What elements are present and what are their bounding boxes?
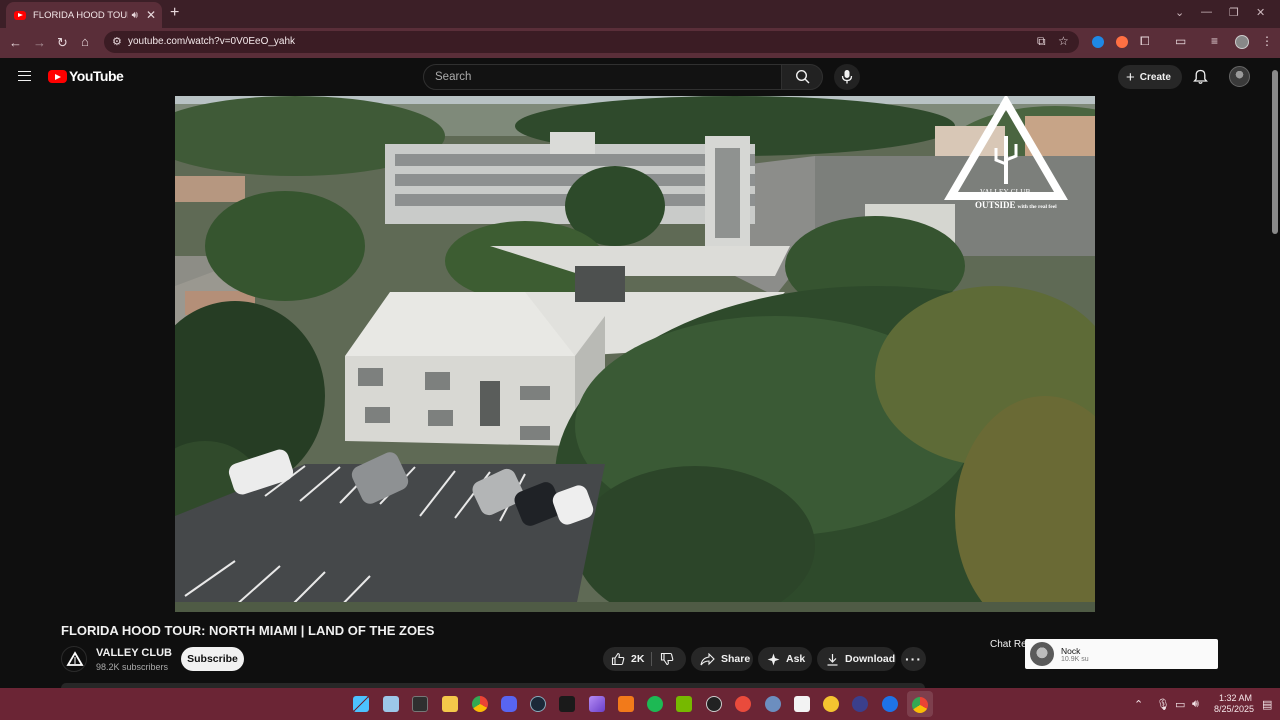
plus-icon: + <box>1126 68 1135 86</box>
extension-blue-icon[interactable] <box>1092 36 1104 48</box>
spotify-app-icon[interactable] <box>647 696 663 712</box>
video-title: FLORIDA HOOD TOUR: NORTH MIAMI | LAND OF… <box>61 623 435 638</box>
forward-icon[interactable]: → <box>33 35 46 50</box>
watermark-tagline-rest: with the real feel <box>1017 204 1057 210</box>
bookmark-star-icon[interactable]: ☆ <box>1058 34 1069 48</box>
extension-orange-icon[interactable] <box>1116 36 1128 48</box>
page-scrollbar-thumb[interactable] <box>1272 70 1278 234</box>
edge-app-icon[interactable] <box>882 696 898 712</box>
steam-app-icon[interactable] <box>530 696 546 712</box>
windows-start-icon[interactable] <box>353 696 369 712</box>
valley-club-logo-icon <box>66 651 84 666</box>
affinity-app-icon[interactable] <box>618 696 634 712</box>
tab-title: FLORIDA HOOD TOUR: NORTH MIAMI | LAND OF… <box>33 9 128 21</box>
clock-time: 1:32 AM <box>1218 693 1252 703</box>
download-icon <box>827 653 838 666</box>
new-tab-icon[interactable]: + <box>170 4 179 22</box>
download-button[interactable]: Download <box>817 647 896 671</box>
emoji-app-icon[interactable] <box>823 696 839 712</box>
back-icon[interactable]: ← <box>9 35 22 50</box>
watermark-brand: VALLEY CLUB <box>980 188 1031 196</box>
chrome-app-icon[interactable] <box>472 696 488 712</box>
notification-channel-name: Nock <box>1061 646 1081 656</box>
reload-icon[interactable]: ↻ <box>57 35 68 51</box>
media-control-icon[interactable]: ≡ <box>1211 34 1218 48</box>
guide-menu-icon[interactable] <box>18 71 31 81</box>
youtube-logo-icon[interactable] <box>48 70 67 83</box>
microphone-icon <box>841 70 853 84</box>
watermark-tagline-strong: OUTSIDE <box>975 200 1016 210</box>
account-avatar[interactable] <box>1229 66 1250 87</box>
youtube-logo-text[interactable]: YouTube <box>69 68 124 84</box>
notifications-bell-icon[interactable] <box>1193 69 1208 85</box>
terminal-app-icon[interactable] <box>412 696 428 712</box>
window-close-icon[interactable]: ✕ <box>1256 6 1265 19</box>
discord-app-icon[interactable] <box>501 696 517 712</box>
tab-close-icon[interactable]: ✕ <box>146 8 156 22</box>
search-button[interactable] <box>781 64 823 90</box>
video-editor-app-icon[interactable] <box>559 696 575 712</box>
notification-subscribers: 10.9K su <box>1061 656 1089 663</box>
like-button[interactable]: 2K <box>603 647 686 671</box>
browser-tab-active[interactable]: FLORIDA HOOD TOUR: NORTH MIAMI | LAND OF… <box>6 2 162 28</box>
watermark-tagline: OUTSIDE with the real feel <box>975 200 1057 210</box>
more-actions-button[interactable]: ··· <box>901 647 926 671</box>
site-info-icon[interactable]: ⚙ <box>112 35 122 48</box>
download-label: Download <box>845 653 896 665</box>
voice-search-button[interactable] <box>834 64 860 90</box>
thumbs-up-icon <box>611 652 625 666</box>
video-frame <box>175 96 1095 612</box>
tab-search-icon[interactable]: ⌄ <box>1175 6 1184 19</box>
nvidia-app-icon[interactable] <box>676 696 692 712</box>
subscribe-button[interactable]: Subscribe <box>181 647 244 671</box>
like-divider <box>651 652 652 666</box>
taskbar-clock[interactable]: 1:32 AM 8/25/2025 <box>1214 693 1255 715</box>
create-label: Create <box>1139 71 1171 83</box>
profile-avatar-icon[interactable] <box>1235 35 1249 49</box>
notification-center-icon[interactable]: ▤ <box>1262 698 1272 711</box>
share-arrow-icon <box>700 652 715 665</box>
photos-app-icon[interactable] <box>383 696 399 712</box>
subscriber-count: 98.2K subscribers <box>96 662 169 672</box>
create-button[interactable]: + Create <box>1118 65 1182 89</box>
extensions-puzzle-icon[interactable]: ⧠ <box>1140 34 1150 49</box>
tray-display-icon[interactable]: ▭ <box>1175 698 1185 711</box>
obs-app-icon[interactable] <box>706 696 722 712</box>
install-app-icon[interactable]: ⧉ <box>1037 34 1046 49</box>
chrome-active-app-icon[interactable] <box>912 697 928 713</box>
sparkle-icon <box>767 653 780 665</box>
windows-taskbar <box>0 688 1280 720</box>
tab-audio-icon[interactable]: 🔊︎ <box>132 10 138 21</box>
reading-mode-icon[interactable]: ▭ <box>1175 34 1186 48</box>
youtube-favicon-icon <box>14 10 26 20</box>
share-label: Share <box>721 653 751 665</box>
search-icon <box>795 69 810 84</box>
thumbs-down-icon[interactable] <box>660 652 674 666</box>
share-button[interactable]: Share <box>691 647 753 671</box>
ask-button[interactable]: Ask <box>758 647 812 671</box>
channel-name[interactable]: VALLEY CLUB <box>96 647 172 659</box>
tray-microphone-icon[interactable]: 🎙︎ <box>1156 698 1170 711</box>
tray-volume-icon[interactable]: 🔊︎ <box>1192 698 1199 711</box>
file-explorer-icon[interactable] <box>442 696 458 712</box>
notification-avatar <box>1030 642 1054 666</box>
feather-app-icon[interactable] <box>589 696 605 712</box>
browser-tab-strip <box>0 0 1280 28</box>
media-player-app-icon[interactable] <box>852 696 868 712</box>
maximize-icon[interactable]: ❐ <box>1229 6 1239 19</box>
minimize-icon[interactable]: — <box>1201 6 1212 18</box>
clock-date: 8/25/2025 <box>1214 704 1255 714</box>
like-count: 2K <box>631 653 645 665</box>
video-player[interactable]: VALLEY CLUB OUTSIDE with the real feel <box>175 96 1095 612</box>
url-text[interactable]: youtube.com/watch?v=0V0EeO_yahk <box>128 36 295 47</box>
home-icon[interactable]: ⌂ <box>81 34 89 49</box>
tray-overflow-chevron-icon[interactable]: ⌃ <box>1134 698 1143 711</box>
search-input[interactable] <box>423 64 782 90</box>
capture-app-icon[interactable] <box>735 696 751 712</box>
channel-avatar[interactable] <box>61 646 87 672</box>
browser-menu-icon[interactable]: ⋮ <box>1261 34 1273 48</box>
ask-label: Ask <box>786 653 806 665</box>
globe-app-icon[interactable] <box>765 696 781 712</box>
notion-app-icon[interactable] <box>794 696 810 712</box>
